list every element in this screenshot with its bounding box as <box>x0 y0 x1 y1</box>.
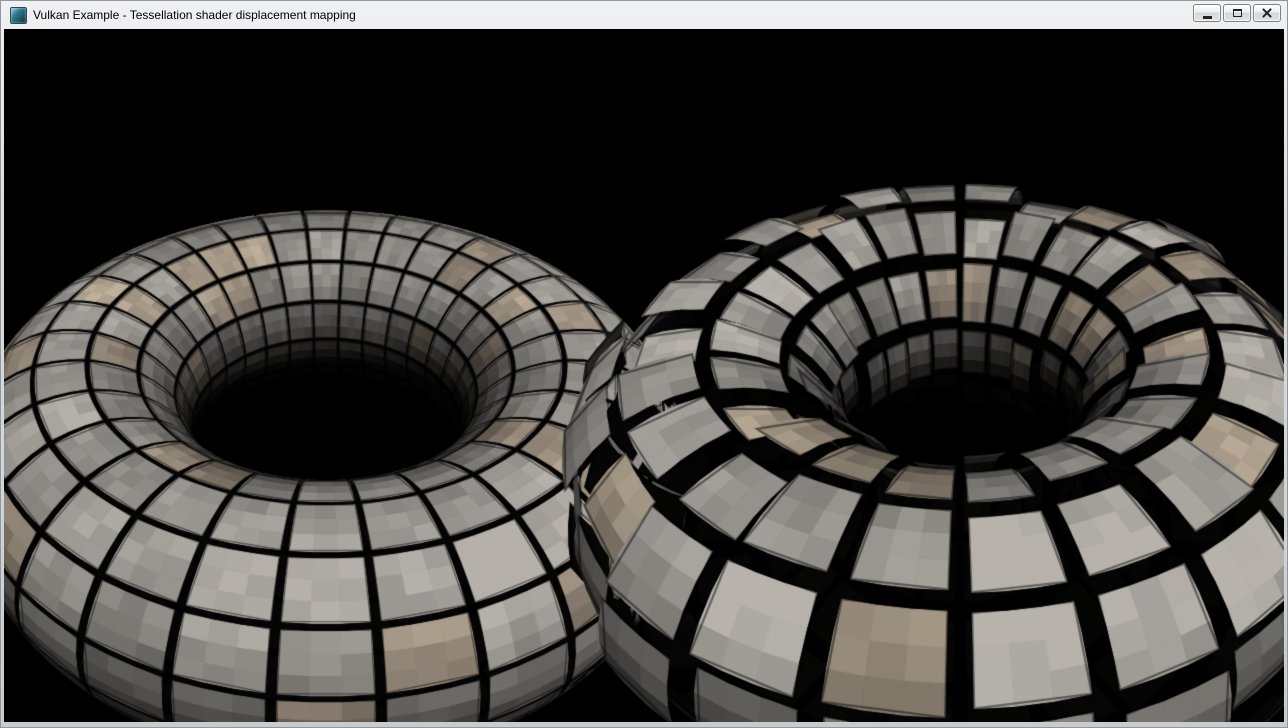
titlebar[interactable]: Vulkan Example - Tessellation shader dis… <box>4 1 1284 29</box>
viewport <box>4 29 1284 722</box>
close-icon <box>1261 7 1273 19</box>
minimize-icon <box>1203 16 1212 19</box>
close-button[interactable] <box>1253 4 1281 22</box>
render-viewport[interactable] <box>4 29 1284 722</box>
app-icon <box>10 7 27 24</box>
window-title: Vulkan Example - Tessellation shader dis… <box>33 8 356 22</box>
maximize-icon <box>1233 9 1242 17</box>
minimize-button[interactable] <box>1193 4 1221 22</box>
app-window: Vulkan Example - Tessellation shader dis… <box>0 0 1288 728</box>
window-controls <box>1193 4 1281 22</box>
maximize-button[interactable] <box>1223 4 1251 22</box>
